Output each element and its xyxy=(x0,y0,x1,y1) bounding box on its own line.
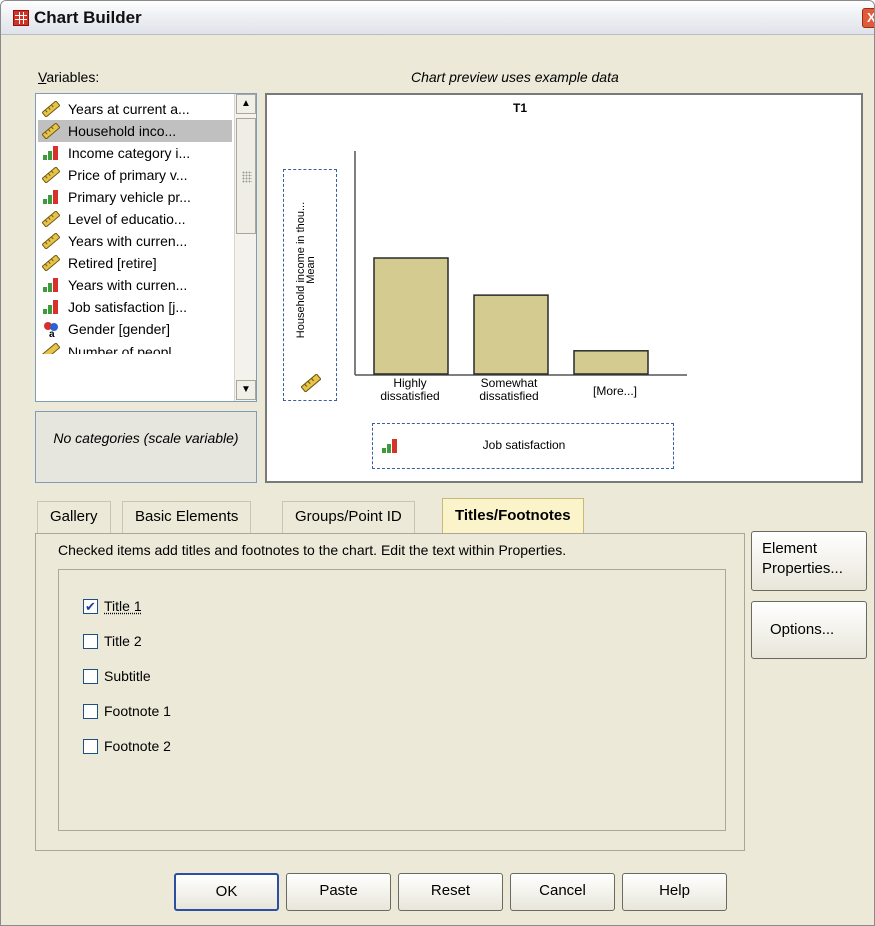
scale-icon xyxy=(42,233,60,249)
variable-label: Retired [retire] xyxy=(68,255,157,271)
variable-item[interactable]: Primary vehicle pr... xyxy=(38,186,232,208)
variable-item[interactable]: Years with curren... xyxy=(38,274,232,296)
titles-footnotes-panel: Checked items add titles and footnotes t… xyxy=(35,533,745,851)
element-properties-button[interactable]: Element Properties... xyxy=(751,531,867,591)
x-axis-drop-zone[interactable]: Job satisfaction xyxy=(372,423,674,469)
scroll-down-button[interactable]: ▼ xyxy=(236,380,256,400)
tab-gallery[interactable]: Gallery xyxy=(37,501,111,533)
arrow-down-icon: ▼ xyxy=(241,384,251,395)
chart-bar xyxy=(573,350,649,375)
variable-label: Number of peopl... xyxy=(68,344,184,354)
variable-label: Years at current a... xyxy=(68,101,190,117)
svg-text:a: a xyxy=(49,329,55,337)
scale-icon xyxy=(42,211,60,227)
preview-caption: Chart preview uses example data xyxy=(411,69,619,85)
variable-item[interactable]: Retired [retire] xyxy=(38,252,232,274)
options-button[interactable]: Options... xyxy=(751,601,867,659)
scroll-up-button[interactable]: ▲ xyxy=(236,94,256,114)
element-properties-line2: Properties... xyxy=(762,560,843,577)
ordinal-icon xyxy=(43,190,58,204)
variable-item[interactable]: Job satisfaction [j... xyxy=(38,296,232,318)
scroll-thumb[interactable] xyxy=(236,118,256,234)
title-bar[interactable]: Chart Builder X xyxy=(1,1,874,35)
scale-icon xyxy=(42,101,60,117)
variable-label: Years with curren... xyxy=(68,233,188,249)
chart-builder-dialog: Chart Builder X Variables: Chart preview… xyxy=(0,0,875,926)
variable-item[interactable]: a Gender [gender] xyxy=(38,318,232,340)
variables-list[interactable]: Years at current a... Household inco... … xyxy=(35,93,257,402)
variable-item[interactable]: Number of peopl... xyxy=(38,340,232,354)
x-axis-label: Job satisfaction xyxy=(482,438,566,452)
variable-item[interactable]: Price of primary v... xyxy=(38,164,232,186)
variable-item[interactable]: Level of educatio... xyxy=(38,208,232,230)
variable-item[interactable]: Household inco... xyxy=(38,120,232,142)
variables-label: Variables: xyxy=(38,69,100,85)
variables-scrollbar[interactable]: ▲ ▼ xyxy=(234,94,256,401)
variable-label: Job satisfaction [j... xyxy=(68,299,188,315)
grip-icon xyxy=(242,171,252,183)
arrow-up-icon: ▲ xyxy=(241,98,251,109)
chart-bar xyxy=(373,257,449,375)
footnote-1-checkbox[interactable]: Footnote 1 xyxy=(83,702,171,720)
ordinal-icon xyxy=(43,146,58,160)
subtitle-checkbox[interactable]: Subtitle xyxy=(83,667,151,685)
tab-groups-point-id[interactable]: Groups/Point ID xyxy=(282,501,415,533)
window-title: Chart Builder xyxy=(34,8,142,27)
bar-category-label: Highly dissatisfied xyxy=(367,377,453,403)
variable-label: Primary vehicle pr... xyxy=(68,189,191,205)
option-label: Title 1 xyxy=(104,598,142,614)
scale-icon xyxy=(42,255,60,271)
scale-icon xyxy=(42,343,60,354)
title-2-checkbox[interactable]: Title 2 xyxy=(83,632,142,650)
variable-item[interactable]: Years with curren... xyxy=(38,230,232,252)
nominal-icon: a xyxy=(44,322,58,337)
bar-label-line2: dissatisfied xyxy=(479,389,539,403)
variable-label: Gender [gender] xyxy=(68,321,170,337)
close-button[interactable]: X xyxy=(862,8,874,28)
help-button[interactable]: Help xyxy=(622,873,727,911)
tab-basic-elements[interactable]: Basic Elements xyxy=(122,501,252,533)
no-categories-box: No categories (scale variable) xyxy=(35,411,257,483)
bar-category-label: [More...] xyxy=(575,385,655,398)
variable-item[interactable]: Years at current a... xyxy=(38,98,232,120)
ordinal-icon xyxy=(43,278,58,292)
reset-button[interactable]: Reset xyxy=(398,873,503,911)
checkbox-icon[interactable] xyxy=(83,739,98,754)
variable-label: Level of educatio... xyxy=(68,211,186,227)
bar-category-label: Somewhat dissatisfied xyxy=(466,377,552,403)
variable-label: Price of primary v... xyxy=(68,167,188,183)
variable-label: Years with curren... xyxy=(68,277,188,293)
bar-label-line1: [More...] xyxy=(592,384,637,398)
ok-button[interactable]: OK xyxy=(174,873,279,911)
option-label: Subtitle xyxy=(104,668,151,684)
checkbox-icon[interactable] xyxy=(83,704,98,719)
scale-icon xyxy=(42,167,60,183)
chart-preview[interactable]: T1 Mean Household income in thou... High… xyxy=(265,93,863,483)
title-1-checkbox[interactable]: Title 1 xyxy=(83,597,142,616)
footnote-2-checkbox[interactable]: Footnote 2 xyxy=(83,737,171,755)
checkbox-icon[interactable] xyxy=(83,634,98,649)
bar-label-line2: dissatisfied xyxy=(380,389,440,403)
variable-item[interactable]: Income category i... xyxy=(38,142,232,164)
option-label: Footnote 2 xyxy=(104,738,171,754)
variables-label-rest: ariables: xyxy=(46,69,100,85)
variable-label: Household inco... xyxy=(68,123,177,139)
scale-icon xyxy=(42,123,60,139)
titles-instruction: Checked items add titles and footnotes t… xyxy=(58,542,567,558)
option-label: Footnote 1 xyxy=(104,703,171,719)
element-properties-line1: Element xyxy=(762,540,818,557)
chart-builder-icon xyxy=(13,10,29,26)
titles-options-box: Title 1 Title 2 Subtitle Footnote 1 Foot… xyxy=(58,569,726,831)
paste-button[interactable]: Paste xyxy=(286,873,391,911)
tab-titles-footnotes[interactable]: Titles/Footnotes xyxy=(442,498,584,534)
option-label: Title 2 xyxy=(104,633,142,649)
variable-label: Income category i... xyxy=(68,145,191,161)
checkbox-icon[interactable] xyxy=(83,669,98,684)
checkbox-checked-icon[interactable] xyxy=(83,598,98,616)
ordinal-icon xyxy=(43,300,58,314)
cancel-button[interactable]: Cancel xyxy=(510,873,615,911)
chart-bar xyxy=(473,294,549,375)
